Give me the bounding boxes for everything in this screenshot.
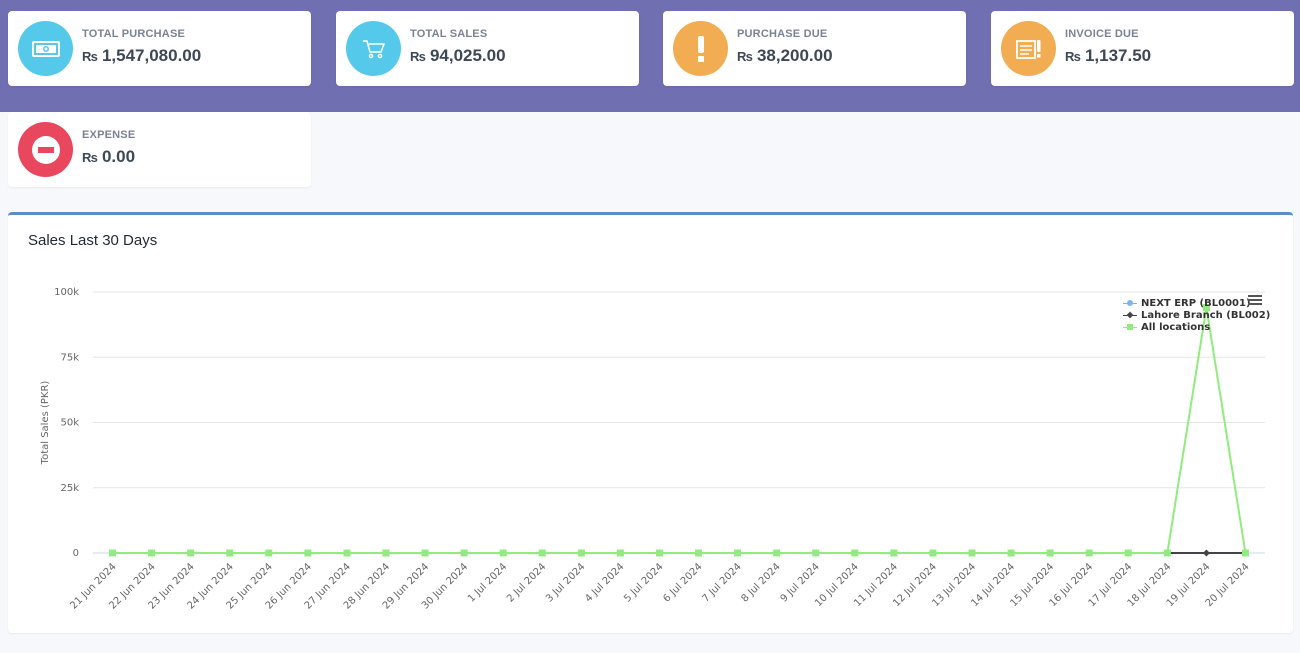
data-point xyxy=(1163,549,1171,557)
legend-item-lahore-branch[interactable]: Lahore Branch (BL002) xyxy=(1123,309,1270,321)
stat-value: ₨ 1,137.50 xyxy=(1065,46,1152,65)
stat-value: ₨ 0.00 xyxy=(82,147,136,166)
expense-card: EXPENSE ₨ 0.00 xyxy=(8,112,311,187)
stat-label: EXPENSE xyxy=(82,129,136,141)
x-tick-label: 6 Jul 2024 xyxy=(661,561,704,604)
x-tick-label: 1 Jul 2024 xyxy=(466,561,509,604)
money-icon xyxy=(18,21,73,76)
data-point xyxy=(851,549,859,557)
invoice-due-card: INVOICE DUE ₨ 1,137.50 xyxy=(991,11,1294,86)
data-point xyxy=(421,549,429,557)
data-point xyxy=(304,549,312,557)
data-point xyxy=(890,549,898,557)
data-point xyxy=(1046,549,1054,557)
data-point xyxy=(265,549,273,557)
data-point xyxy=(655,549,663,557)
chart-menu-icon[interactable] xyxy=(1248,295,1262,307)
y-tick-label: 25k xyxy=(60,483,79,494)
data-point xyxy=(734,549,742,557)
y-axis-title: Total Sales (PKR) xyxy=(40,381,51,466)
stat-value: ₨ 94,025.00 xyxy=(410,46,506,65)
y-tick-label: 75k xyxy=(60,352,79,363)
stat-label: TOTAL SALES xyxy=(410,28,488,40)
series-line xyxy=(112,307,1247,554)
data-point xyxy=(460,549,468,557)
data-point xyxy=(1007,549,1015,557)
data-point xyxy=(1085,549,1093,557)
minus-circle-icon xyxy=(18,122,73,177)
stat-value: ₨ 38,200.00 xyxy=(737,46,833,65)
data-point xyxy=(1202,549,1210,557)
data-point xyxy=(1241,549,1249,557)
data-point xyxy=(226,549,234,557)
purchase-due-card: PURCHASE DUE ₨ 38,200.00 xyxy=(663,11,966,86)
data-point xyxy=(773,549,781,557)
data-point xyxy=(382,549,390,557)
data-point xyxy=(577,549,585,557)
data-point xyxy=(929,549,937,557)
legend-item-all-locations[interactable]: All locations xyxy=(1123,321,1270,333)
x-tick-label: 5 Jul 2024 xyxy=(622,561,665,604)
y-tick-label: 50k xyxy=(60,418,79,429)
data-point xyxy=(968,549,976,557)
x-tick-label: 4 Jul 2024 xyxy=(583,561,626,604)
data-point xyxy=(343,549,351,557)
data-point xyxy=(499,549,507,557)
stat-label: INVOICE DUE xyxy=(1065,28,1139,40)
x-tick-label: 2 Jul 2024 xyxy=(505,561,548,604)
total-purchase-card: TOTAL PURCHASE ₨ 1,547,080.00 xyxy=(8,11,311,86)
data-point xyxy=(538,549,546,557)
y-tick-label: 100k xyxy=(54,287,79,298)
cart-icon xyxy=(346,21,401,76)
total-sales-card: TOTAL SALES ₨ 94,025.00 xyxy=(336,11,639,86)
y-tick-label: 0 xyxy=(73,548,79,559)
stat-label: PURCHASE DUE xyxy=(737,28,828,40)
data-point xyxy=(616,549,624,557)
sales-line-chart: 025k50k75k100k21 Jun 202422 Jun 202423 J… xyxy=(40,287,1265,612)
x-tick-label: 7 Jul 2024 xyxy=(700,561,743,604)
data-point xyxy=(812,549,820,557)
data-point xyxy=(109,549,117,557)
stat-value: ₨ 1,547,080.00 xyxy=(82,46,202,65)
data-point xyxy=(148,549,156,557)
data-point xyxy=(1124,549,1132,557)
x-tick-label: 8 Jul 2024 xyxy=(739,561,782,604)
x-tick-label: 3 Jul 2024 xyxy=(544,561,587,604)
invoice-icon xyxy=(1001,21,1056,76)
stat-label: TOTAL PURCHASE xyxy=(82,28,186,40)
exclamation-icon xyxy=(673,21,728,76)
data-point xyxy=(695,549,703,557)
data-point xyxy=(187,549,195,557)
sales-chart-panel: Sales Last 30 Days 0 25k 50k 75k 100k 21 Jun … xyxy=(8,212,1293,633)
